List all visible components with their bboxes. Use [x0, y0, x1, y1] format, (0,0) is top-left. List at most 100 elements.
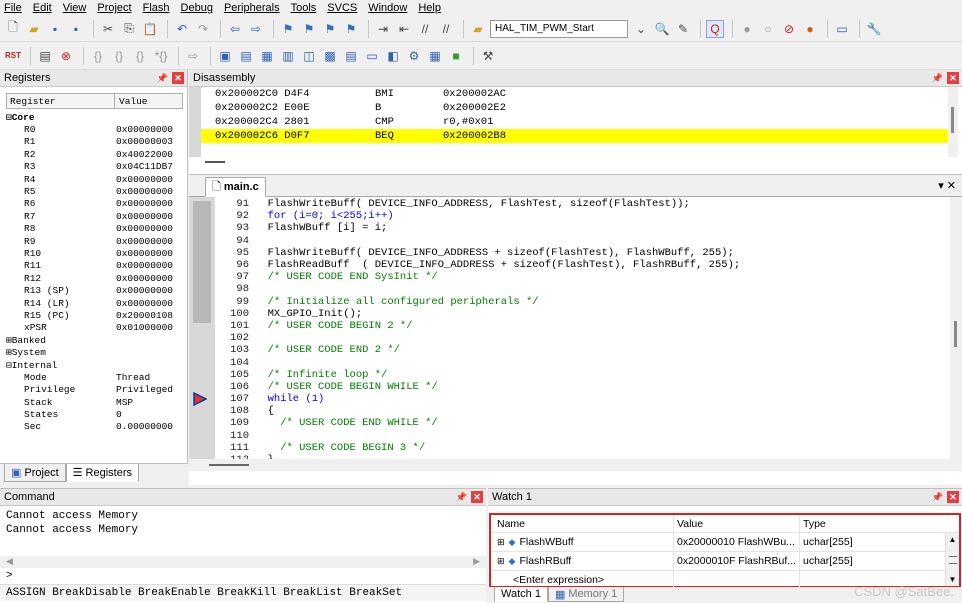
editor-hscroll[interactable] — [189, 459, 962, 471]
register-value[interactable]: 0x00000000 — [116, 248, 187, 259]
call-stack-window-icon[interactable]: ◫ — [300, 47, 318, 65]
enable-breakpoint-icon[interactable]: ○ — [759, 20, 777, 38]
memory-window-icon[interactable]: ▤ — [342, 47, 360, 65]
dropdown-arrow-icon[interactable]: ⌄ — [632, 20, 650, 38]
code-line[interactable]: 103 /* USER CODE END 2 */ — [215, 344, 950, 356]
tab-memory-1[interactable]: ▦ Memory 1 — [547, 587, 625, 602]
system-viewer-icon[interactable]: ▦ — [426, 47, 444, 65]
find-in-files-icon[interactable]: ▰ — [469, 20, 487, 38]
register-row[interactable]: States 0 — [6, 408, 187, 420]
disassembly-row[interactable]: 0x200002C0 D4F4 BMI 0x200002AC — [201, 87, 948, 101]
register-value[interactable]: 0x00000000 — [116, 260, 187, 271]
close-icon[interactable]: ✕ — [172, 72, 184, 84]
insert-breakpoint-icon[interactable]: ● — [738, 20, 756, 38]
watch-row[interactable]: ⊞ ◆ FlashRBuff 0x2000010F FlashRBuf... uchar… — [491, 552, 959, 571]
incremental-find-icon[interactable]: ✎ — [674, 20, 692, 38]
register-value[interactable]: 0 — [116, 409, 187, 420]
register-value[interactable]: 0x20000108 — [116, 310, 187, 321]
group-banked[interactable]: ⊞ Banked — [6, 334, 187, 346]
pin-icon[interactable]: 📌 — [456, 492, 467, 503]
save-all-icon[interactable]: ▪ — [67, 20, 85, 38]
kill-breakpoints-icon[interactable]: ● — [801, 20, 819, 38]
menu-edit[interactable]: Edit — [33, 2, 52, 14]
command-hscroll[interactable]: ◀ ▶ — [0, 556, 486, 568]
watch-window-icon[interactable]: ▩ — [321, 47, 339, 65]
register-value[interactable]: 0x00000000 — [116, 273, 187, 284]
register-value[interactable]: 0x00000000 — [116, 223, 187, 234]
bookmark-next-icon[interactable]: ⚑ — [321, 20, 339, 38]
expand-icon[interactable]: ⊞ — [497, 556, 505, 567]
code-line[interactable]: 104 — [215, 356, 950, 369]
comment-icon[interactable]: // — [416, 20, 434, 38]
code-line[interactable]: 102 — [215, 332, 950, 344]
tab-main-c[interactable]: 🗋 main.c — [205, 177, 266, 197]
register-value[interactable]: 0x00000000 — [116, 174, 187, 185]
register-row[interactable]: R8 0x00000000 — [6, 223, 187, 235]
menu-flash[interactable]: Flash — [143, 2, 170, 14]
code-line[interactable]: 106 /* USER CODE BEGIN WHILE */ — [215, 381, 950, 393]
symbols-window-icon[interactable]: ▦ — [258, 47, 276, 65]
menu-svcs[interactable]: SVCS — [327, 2, 357, 14]
reset-icon[interactable]: RST — [4, 47, 22, 65]
watch-scrollbar[interactable]: ▲ ▼ — [945, 533, 959, 586]
code-line[interactable]: 96 FlashReadBuff ( DEVICE_INFO_ADDRESS +… — [215, 259, 950, 271]
watch-row[interactable]: ⊞ ◆ FlashWBuff 0x20000010 FlashWBu... uchar[… — [491, 533, 959, 552]
register-row[interactable]: R11 0x00000000 — [6, 260, 187, 272]
step-out-icon[interactable]: {} — [131, 47, 149, 65]
code-line[interactable]: 99 /* Initialize all configured peripher… — [215, 296, 950, 308]
col-value[interactable]: Value — [115, 94, 182, 108]
close-icon[interactable]: ✕ — [947, 72, 959, 84]
scroll-left-icon[interactable]: ◀ — [6, 556, 13, 568]
pin-icon[interactable]: 📌 — [932, 492, 943, 503]
code-line[interactable]: 100 MX_GPIO_Init(); — [215, 308, 950, 320]
pin-icon[interactable]: 📌 — [932, 73, 943, 84]
serial-window-icon[interactable]: ▭ — [363, 47, 381, 65]
register-value[interactable]: 0x00000000 — [116, 298, 187, 309]
step-over-icon[interactable]: {} — [110, 47, 128, 65]
nav-forward-icon[interactable]: ⇨ — [247, 20, 265, 38]
register-value[interactable]: Thread — [116, 372, 187, 383]
register-row[interactable]: R2 0x40022000 — [6, 148, 187, 160]
register-row[interactable]: Mode Thread — [6, 371, 187, 383]
close-icon[interactable]: ✕ — [471, 491, 483, 503]
col-value[interactable]: Value — [674, 515, 800, 532]
code-line[interactable]: 95 FlashWriteBuff( DEVICE_INFO_ADDRESS +… — [215, 247, 950, 259]
run-icon[interactable]: ▤ — [36, 47, 54, 65]
command-input[interactable]: > — [0, 568, 486, 585]
register-row[interactable]: R14 (LR) 0x00000000 — [6, 297, 187, 309]
register-value[interactable]: Privileged — [116, 384, 187, 395]
code-line[interactable]: 91 FlashWriteBuff( DEVICE_INFO_ADDRESS, … — [215, 198, 950, 210]
register-value[interactable]: 0x00000000 — [116, 198, 187, 209]
code-line[interactable]: 107 while (1) — [215, 393, 950, 405]
register-value[interactable]: 0x00000000 — [116, 124, 187, 135]
code-line[interactable]: 110 — [215, 430, 950, 442]
menu-help[interactable]: Help — [418, 2, 441, 14]
menu-window[interactable]: Window — [368, 2, 407, 14]
register-value[interactable]: 0x00000000 — [116, 285, 187, 296]
scroll-up-icon[interactable]: ▲ — [949, 535, 957, 544]
watch-value[interactable]: 0x20000010 FlashWBu... — [674, 533, 800, 551]
open-folder-icon[interactable]: ▰ — [25, 20, 43, 38]
register-value[interactable]: 0x01000000 — [116, 322, 187, 333]
col-register[interactable]: Register — [7, 94, 115, 108]
code-line[interactable]: 98 — [215, 283, 950, 295]
nav-back-icon[interactable]: ⇦ — [226, 20, 244, 38]
menu-tools[interactable]: Tools — [291, 2, 317, 14]
disassembly-scrollbar[interactable] — [948, 87, 958, 157]
disassembly-hscroll[interactable] — [205, 161, 225, 163]
watch-value[interactable]: 0x2000010F FlashRBuf... — [674, 552, 800, 570]
menu-peripherals[interactable]: Peripherals — [224, 2, 280, 14]
register-row[interactable]: R13 (SP) 0x00000000 — [6, 284, 187, 296]
undo-icon[interactable]: ↶ — [173, 20, 191, 38]
target-select[interactable]: HAL_TIM_PWM_Start — [490, 19, 628, 38]
register-value[interactable]: MSP — [116, 397, 187, 408]
code-line[interactable]: 92 for (i=0; i<255;i++) — [215, 210, 950, 222]
register-value[interactable]: 0x00000003 — [116, 136, 187, 147]
run-to-cursor-icon[interactable]: *{} — [152, 47, 170, 65]
register-row[interactable]: R4 0x00000000 — [6, 173, 187, 185]
tab-watch-1[interactable]: Watch 1 — [494, 587, 548, 602]
uncomment-icon[interactable]: // — [437, 20, 455, 38]
cut-icon[interactable]: ✂ — [99, 20, 117, 38]
command-window-icon[interactable]: ▣ — [216, 47, 234, 65]
code-line[interactable]: 93 FlashWBuff [i] = i; — [215, 222, 950, 234]
